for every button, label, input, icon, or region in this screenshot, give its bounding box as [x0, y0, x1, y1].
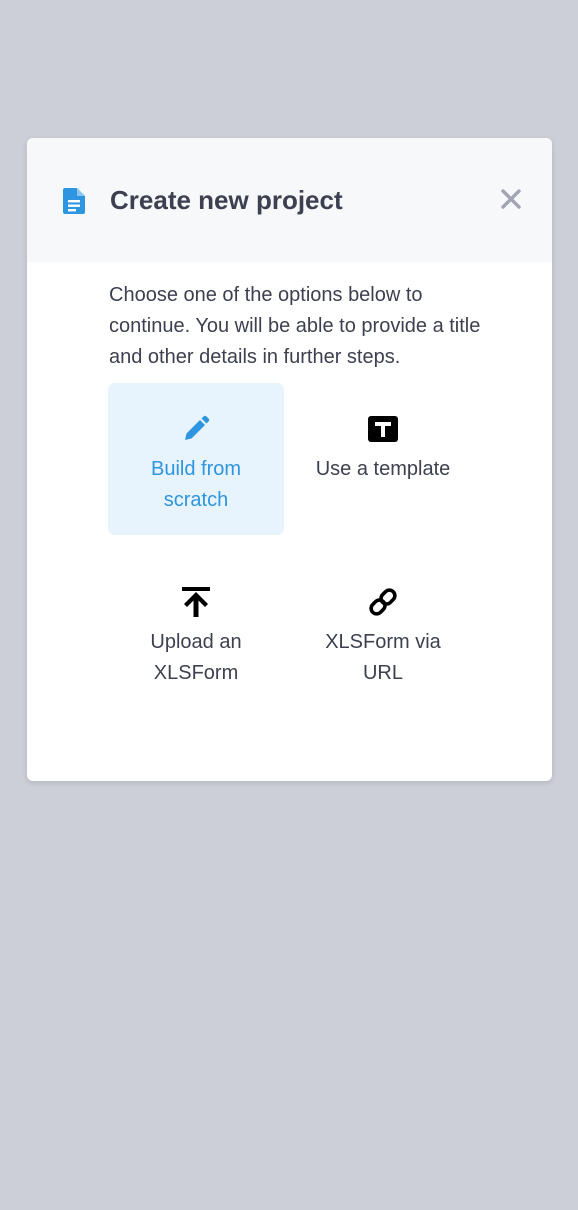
option-label: XLSForm via URL — [325, 631, 441, 684]
option-build-from-scratch[interactable]: Build from scratch — [108, 383, 284, 535]
template-icon — [367, 413, 399, 445]
option-xlsform-via-url[interactable]: XLSForm via URL — [295, 556, 471, 708]
option-label: Use a template — [315, 458, 451, 480]
modal-title: Create new project — [110, 185, 343, 215]
option-upload-xlsform[interactable]: Upload an XLSForm — [108, 556, 284, 708]
close-icon[interactable] — [500, 188, 522, 215]
link-icon — [367, 586, 399, 618]
document-icon — [63, 188, 85, 214]
option-use-template[interactable]: Use a template — [295, 383, 471, 535]
option-label: Upload an XLSForm — [150, 631, 242, 684]
option-label: Build from scratch — [150, 458, 242, 511]
pencil-icon — [180, 413, 212, 445]
close-button[interactable] — [496, 186, 526, 216]
intro-text: Choose one of the options below to conti… — [109, 284, 481, 368]
upload-icon — [180, 586, 212, 618]
modal-header: Create new project — [27, 138, 552, 262]
create-project-modal: Create new project Choose one of the opt… — [27, 138, 552, 781]
